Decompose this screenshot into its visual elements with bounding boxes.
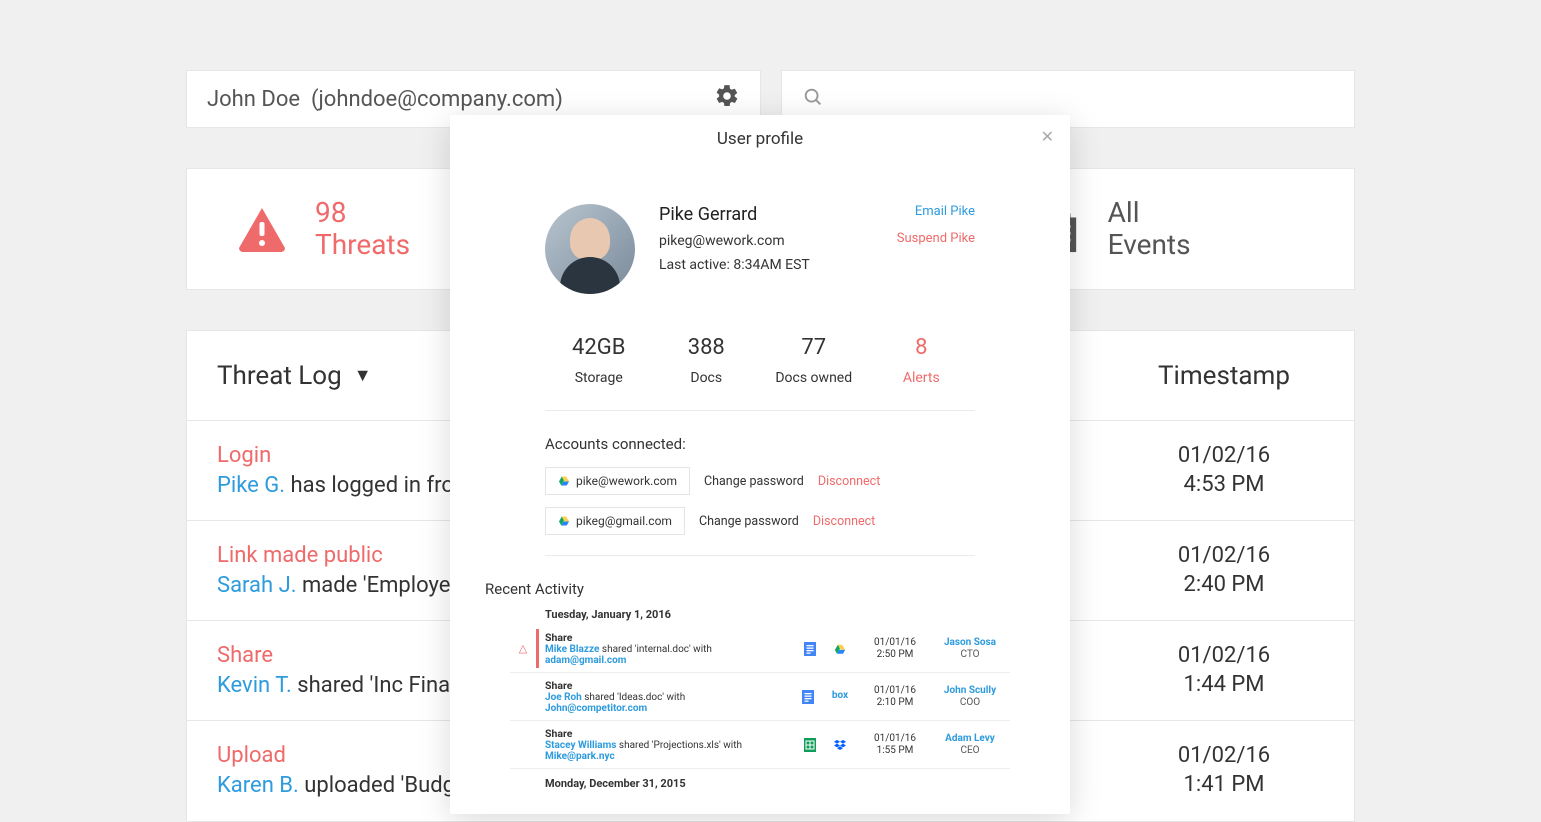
threat-actor[interactable]: Karen B. bbox=[217, 773, 299, 798]
threat-actor[interactable]: Kevin T. bbox=[217, 673, 292, 698]
activity-row[interactable]: Share Joe Roh shared 'Ideas.doc' with Jo… bbox=[510, 673, 1010, 721]
activity-target[interactable]: John@competitor.com bbox=[545, 703, 647, 714]
activity-target[interactable]: adam@gmail.com bbox=[545, 655, 626, 666]
stat-item: 77Docs owned bbox=[760, 335, 868, 386]
activity-target[interactable]: Mike@park.nyc bbox=[545, 751, 615, 762]
activity-date-header: Monday, December 31, 2015 bbox=[510, 777, 1010, 790]
recent-activity-title: Recent Activity bbox=[450, 580, 1070, 598]
events-label-1: All bbox=[1108, 197, 1191, 229]
modal-title: User profile bbox=[450, 129, 1070, 149]
suspend-user-link[interactable]: Suspend Pike bbox=[897, 231, 975, 246]
activity-actor[interactable]: Stacey Williams bbox=[545, 740, 616, 751]
threat-actor[interactable]: Pike G. bbox=[217, 473, 285, 498]
stat-item: 388Docs bbox=[653, 335, 761, 386]
activity-row[interactable]: △ Share Mike Blazze shared 'internal.doc… bbox=[510, 625, 1010, 673]
accounts-title: Accounts connected: bbox=[450, 435, 1070, 453]
profile-last-active: Last active: 8:34AM EST bbox=[659, 257, 810, 273]
events-label-2: Events bbox=[1108, 229, 1191, 261]
activity-person[interactable]: John Scully bbox=[930, 685, 1010, 697]
activity-person[interactable]: Jason Sosa bbox=[930, 637, 1010, 649]
table-header-left: Threat Log bbox=[217, 361, 342, 391]
alert-triangle-icon bbox=[237, 204, 287, 254]
gear-icon[interactable] bbox=[714, 83, 740, 115]
threat-timestamp: 01/02/162:40 PM bbox=[1094, 542, 1354, 599]
profile-name: Pike Gerrard bbox=[659, 204, 810, 225]
threats-count: 98 bbox=[315, 197, 410, 229]
profile-email: pikeg@wework.com bbox=[659, 233, 810, 249]
activity-timestamp: 01/01/161:55 PM bbox=[860, 733, 930, 757]
search-icon bbox=[802, 86, 824, 112]
account-badge: pike@wework.com bbox=[545, 467, 690, 495]
disconnect-link[interactable]: Disconnect bbox=[818, 474, 880, 489]
account-row: pikeg@gmail.com Change password Disconne… bbox=[545, 507, 975, 535]
account-row: pike@wework.com Change password Disconne… bbox=[545, 467, 975, 495]
alert-triangle-icon: △ bbox=[510, 642, 536, 655]
user-name: John Doe bbox=[207, 87, 300, 112]
email-user-link[interactable]: Email Pike bbox=[897, 204, 975, 219]
activity-timestamp: 01/01/162:50 PM bbox=[860, 637, 930, 661]
activity-row[interactable]: Share Stacey Williams shared 'Projection… bbox=[510, 721, 1010, 769]
activity-actor[interactable]: Joe Roh bbox=[545, 692, 582, 703]
close-icon[interactable]: ✕ bbox=[1041, 127, 1054, 146]
threat-timestamp: 01/02/164:53 PM bbox=[1094, 442, 1354, 499]
sort-icon[interactable]: ▼ bbox=[354, 365, 372, 386]
threat-actor[interactable]: Sarah J. bbox=[217, 573, 297, 598]
account-badge: pikeg@gmail.com bbox=[545, 507, 685, 535]
threats-label: Threats bbox=[315, 229, 410, 261]
avatar bbox=[545, 204, 635, 294]
activity-actor[interactable]: Mike Blazze bbox=[545, 644, 599, 655]
stat-item: 8Alerts bbox=[868, 335, 976, 386]
stat-item: 42GBStorage bbox=[545, 335, 653, 386]
change-password-link[interactable]: Change password bbox=[704, 474, 804, 489]
threat-timestamp: 01/02/161:44 PM bbox=[1094, 642, 1354, 699]
change-password-link[interactable]: Change password bbox=[699, 514, 799, 529]
activity-date-header: Tuesday, January 1, 2016 bbox=[510, 608, 1010, 621]
user-email: (johndoe@company.com) bbox=[311, 87, 563, 112]
threat-timestamp: 01/02/161:41 PM bbox=[1094, 742, 1354, 799]
activity-timestamp: 01/01/162:10 PM bbox=[860, 685, 930, 709]
activity-person[interactable]: Adam Levy bbox=[930, 733, 1010, 745]
table-header-right: Timestamp bbox=[1094, 361, 1354, 391]
user-profile-modal: ✕ User profile Pike Gerrard pikeg@wework… bbox=[450, 115, 1070, 814]
disconnect-link[interactable]: Disconnect bbox=[813, 514, 875, 529]
